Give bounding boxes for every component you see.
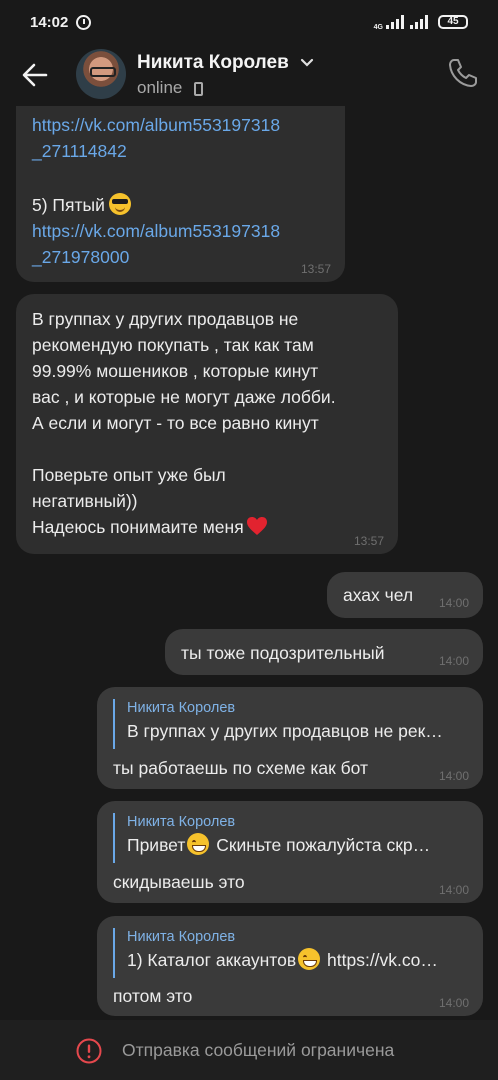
- avatar[interactable]: [76, 49, 126, 99]
- message-line: Поверьте опыт уже был: [32, 465, 226, 485]
- status-time: 14:02: [30, 13, 69, 31]
- reply-text: В группах у других продавцов не рек…: [127, 721, 443, 741]
- message-line: Надеюсь понимаите меня: [32, 517, 244, 537]
- battery-icon: 45: [438, 15, 468, 29]
- message-bubble-outgoing[interactable]: ты тоже подозрительный 14:00: [165, 629, 483, 675]
- message-line: А если и могут - то все равно кинут: [32, 413, 319, 433]
- message-text: 5) Пятый: [32, 192, 280, 218]
- status-bar: 14:02 4G 45: [0, 0, 498, 44]
- message-line: 99.99% мошеников , которые кинут: [32, 361, 319, 381]
- message-time: 13:57: [353, 534, 384, 548]
- message-time: 14:00: [438, 883, 469, 897]
- album-link-cont[interactable]: _271114842: [32, 138, 280, 164]
- reply-text: Привет: [127, 835, 186, 855]
- message-time: 14:00: [438, 996, 469, 1010]
- heart-emoji-icon: [246, 517, 267, 535]
- reply-author: Никита Королев: [127, 700, 236, 716]
- message-bubble-outgoing-reply[interactable]: Никита Королев Привет Скиньте пожалуйста…: [97, 801, 483, 903]
- sunglasses-emoji-icon: [108, 193, 131, 215]
- message-time: 14:00: [438, 769, 469, 783]
- reply-text: Скиньте пожалуйста скр…: [216, 835, 431, 855]
- message-time: 13:57: [300, 262, 331, 276]
- message-line: рекомендую покупать , так как там: [32, 335, 314, 355]
- restricted-notice-text: Отправка сообщений ограничена: [122, 1040, 395, 1060]
- warning-circle-icon: [76, 1038, 102, 1064]
- message-text: ты работаешь по схеме как бот: [113, 758, 369, 778]
- message-body: В группах у других продавцов не рекоменд…: [32, 306, 336, 540]
- reply-quote[interactable]: Никита Королев Привет Скиньте пожалуйста…: [113, 813, 467, 863]
- message-bubble-outgoing-reply[interactable]: Никита Королев 1) Каталог аккаунтов http…: [97, 916, 483, 1016]
- smile-emoji-icon: [187, 833, 210, 855]
- message-line: вас , и которые не могут даже лобби.: [32, 387, 336, 407]
- message-bubble-incoming[interactable]: https://vk.com/album553197318 _271114842…: [16, 106, 345, 282]
- restricted-notice-bar: Отправка сообщений ограничена: [0, 1020, 498, 1080]
- album-link[interactable]: https://vk.com/album553197318: [32, 218, 280, 244]
- chevron-down-icon[interactable]: [300, 58, 314, 68]
- message-text: ты тоже подозрительный: [181, 643, 385, 663]
- chat-header: Никита Королев online: [0, 44, 498, 106]
- message-body: https://vk.com/album553197318 _271114842…: [32, 112, 280, 270]
- message-bubble-incoming[interactable]: В группах у других продавцов не рекоменд…: [16, 294, 398, 554]
- message-bubble-outgoing[interactable]: ахах чел 14:00: [327, 572, 483, 618]
- status-indicators: 4G 45: [374, 14, 468, 31]
- reply-author: Никита Королев: [127, 814, 236, 830]
- album-link-cont[interactable]: _271978000: [32, 244, 280, 270]
- phone-call-icon[interactable]: [446, 56, 480, 90]
- message-line-last: Надеюсь понимаите меня: [32, 514, 336, 540]
- reply-text: 1) Каталог аккаунтов: [127, 950, 297, 970]
- network-type: 4G: [373, 23, 383, 31]
- message-bubble-outgoing-reply[interactable]: Никита Королев В группах у других продав…: [97, 687, 483, 789]
- signal-icon: [386, 15, 404, 29]
- mobile-device-icon: [194, 82, 203, 96]
- reply-text-row: Привет Скиньте пожалуйста скр…: [127, 831, 467, 859]
- message-time: 14:00: [438, 654, 469, 668]
- signal-icon-2: [410, 15, 428, 29]
- back-arrow-icon[interactable]: [20, 60, 50, 90]
- reply-text: https://vk.co…: [327, 950, 438, 970]
- contact-name[interactable]: Никита Королев: [137, 52, 289, 74]
- message-text: скидываешь это: [113, 872, 245, 892]
- alarm-icon: [76, 14, 92, 30]
- message-text: ахах чел: [343, 585, 414, 605]
- reply-author: Никита Королев: [127, 929, 236, 945]
- reply-quote[interactable]: Никита Королев В группах у других продав…: [113, 699, 467, 749]
- album-link[interactable]: https://vk.com/album553197318: [32, 112, 280, 138]
- item-label: 5) Пятый: [32, 195, 105, 215]
- smile-emoji-icon: [298, 948, 321, 970]
- message-text: потом это: [113, 986, 193, 1006]
- message-time: 14:00: [438, 596, 469, 610]
- message-line: негативный)): [32, 491, 138, 511]
- message-line: В группах у других продавцов не: [32, 309, 299, 329]
- reply-quote[interactable]: Никита Королев 1) Каталог аккаунтов http…: [113, 928, 467, 978]
- contact-status: online: [137, 78, 183, 97]
- reply-text-row: 1) Каталог аккаунтов https://vk.co…: [127, 946, 467, 974]
